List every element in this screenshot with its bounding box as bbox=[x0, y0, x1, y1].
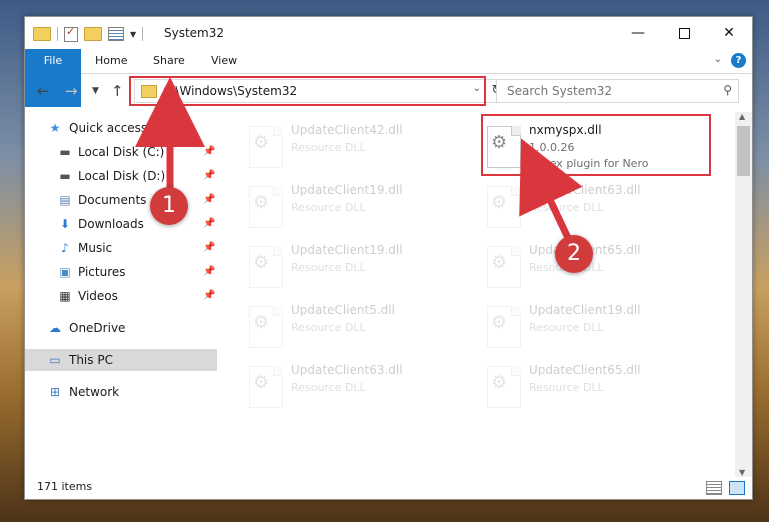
navigation-pane: ★ Quick access ▬ Local Disk (C:) 📌 ▬ Loc… bbox=[25, 115, 217, 485]
scrollbar-thumb[interactable] bbox=[737, 126, 750, 176]
pin-icon[interactable]: 📌 bbox=[203, 189, 215, 211]
ribbon-tabs: File Home Share View ⌄ ? bbox=[25, 49, 752, 107]
scroll-up-icon[interactable]: ▲ bbox=[739, 112, 745, 121]
gear-icon: ⚙ bbox=[253, 132, 270, 153]
scroll-down-icon[interactable]: ▼ bbox=[739, 468, 745, 477]
gear-icon: ⚙ bbox=[253, 312, 270, 333]
up-button[interactable]: ↑ bbox=[111, 82, 124, 100]
pin-icon[interactable]: 📌 bbox=[203, 213, 215, 235]
minimize-button[interactable]: — bbox=[615, 17, 661, 49]
vertical-scrollbar[interactable]: ▲ ▼ bbox=[735, 112, 752, 477]
folder-icon bbox=[33, 27, 51, 41]
file-item[interactable]: ⚙ UpdateClient63.dll Resource DLL bbox=[245, 360, 475, 418]
pin-icon[interactable]: 📌 bbox=[203, 285, 215, 307]
sidebar-item-local-disk-c[interactable]: ▬ Local Disk (C:) 📌 bbox=[25, 141, 217, 163]
file-item[interactable]: ⚙ UpdateClient65.dll Resource DLL bbox=[483, 240, 713, 298]
pin-icon[interactable]: 📌 bbox=[203, 237, 215, 259]
file-item[interactable]: ⚙ UpdateClient19.dll Resource DLL bbox=[245, 180, 475, 238]
gear-icon: ⚙ bbox=[253, 252, 270, 273]
file-item[interactable]: ⚙ UpdateClient63.dll Resource DLL bbox=[483, 180, 713, 238]
step-1-badge: 1 bbox=[150, 187, 188, 225]
maximize-button[interactable] bbox=[661, 17, 707, 49]
sidebar-item-network[interactable]: ⊞ Network bbox=[25, 381, 217, 403]
gear-icon: ⚙ bbox=[253, 192, 270, 213]
large-icons-view-icon[interactable] bbox=[729, 481, 745, 495]
quick-access-toolbar: ▼ bbox=[33, 25, 144, 43]
computer-icon: ▭ bbox=[49, 353, 61, 367]
sidebar-item-local-disk-d[interactable]: ▬ Local Disk (D:) 📌 bbox=[25, 165, 217, 187]
toolbar-separator bbox=[142, 27, 144, 41]
maximize-icon bbox=[678, 27, 690, 39]
recent-locations-chevron-icon[interactable]: ▼ bbox=[92, 86, 99, 96]
gear-icon: ⚙ bbox=[491, 192, 508, 213]
step-2-badge: 2 bbox=[555, 235, 593, 273]
download-icon: ⬇ bbox=[59, 217, 71, 231]
file-item[interactable]: ⚙ UpdateClient65.dll Resource DLL bbox=[483, 360, 713, 418]
network-icon: ⊞ bbox=[49, 385, 61, 399]
properties-check-icon[interactable] bbox=[64, 25, 78, 42]
customize-toolbar-chevron-icon[interactable]: ▼ bbox=[130, 30, 136, 39]
help-button[interactable]: ? bbox=[731, 53, 746, 68]
status-bar: 171 items bbox=[25, 477, 752, 499]
sidebar-item-music[interactable]: ♪ Music 📌 bbox=[25, 237, 217, 259]
expand-ribbon-chevron-icon[interactable]: ⌄ bbox=[714, 54, 722, 65]
sidebar-item-documents[interactable]: ▤ Documents 📌 bbox=[25, 189, 217, 211]
sidebar-item-videos[interactable]: ▦ Videos 📌 bbox=[25, 285, 217, 307]
documents-icon: ▤ bbox=[59, 193, 71, 207]
pin-icon[interactable]: 📌 bbox=[203, 261, 215, 283]
file-item[interactable]: ⚙ UpdateClient42.dll Resource DLL bbox=[245, 120, 475, 178]
pin-icon[interactable]: 📌 bbox=[203, 141, 215, 163]
music-icon: ♪ bbox=[61, 241, 69, 255]
file-highlight bbox=[481, 114, 711, 176]
tab-home[interactable]: Home bbox=[95, 49, 127, 73]
close-button[interactable]: ✕ bbox=[706, 17, 752, 49]
gear-icon: ⚙ bbox=[491, 312, 508, 333]
sidebar-item-this-pc[interactable]: ▭ This PC bbox=[25, 349, 217, 371]
forward-button[interactable]: → bbox=[65, 82, 78, 100]
file-item[interactable]: ⚙ UpdateClient19.dll Resource DLL bbox=[483, 300, 713, 358]
gear-icon: ⚙ bbox=[491, 372, 508, 393]
title-bar: ▼ System32 — ✕ bbox=[25, 17, 752, 49]
item-count: 171 items bbox=[37, 480, 93, 493]
drive-icon: ▬ bbox=[59, 169, 71, 183]
drive-icon: ▬ bbox=[59, 145, 71, 159]
sidebar-item-downloads[interactable]: ⬇ Downloads 📌 bbox=[25, 213, 217, 235]
tab-view[interactable]: View bbox=[211, 49, 237, 73]
cloud-icon: ☁ bbox=[49, 321, 61, 335]
file-item[interactable]: ⚙ UpdateClient5.dll Resource DLL bbox=[245, 300, 475, 358]
search-icon[interactable]: ⚲ bbox=[723, 83, 732, 97]
properties-icon[interactable] bbox=[108, 27, 124, 41]
search-box[interactable]: ⚲ bbox=[496, 79, 739, 103]
search-input[interactable] bbox=[505, 83, 709, 99]
tab-share[interactable]: Share bbox=[153, 49, 185, 73]
gear-icon: ⚙ bbox=[491, 252, 508, 273]
star-icon: ★ bbox=[49, 121, 61, 135]
toolbar-separator bbox=[57, 27, 58, 41]
gear-icon: ⚙ bbox=[253, 372, 270, 393]
details-view-icon[interactable] bbox=[706, 481, 722, 495]
pictures-icon: ▣ bbox=[59, 265, 71, 279]
address-bar-highlight bbox=[129, 76, 486, 106]
window-title: System32 bbox=[164, 26, 225, 40]
videos-icon: ▦ bbox=[59, 289, 71, 303]
new-folder-icon[interactable] bbox=[84, 27, 102, 41]
file-item[interactable]: ⚙ UpdateClient19.dll Resource DLL bbox=[245, 240, 475, 298]
pin-icon[interactable]: 📌 bbox=[203, 165, 215, 187]
back-button[interactable]: ← bbox=[37, 82, 50, 100]
sidebar-item-quick-access[interactable]: ★ Quick access bbox=[25, 117, 217, 139]
sidebar-item-onedrive[interactable]: ☁ OneDrive bbox=[25, 317, 217, 339]
sidebar-item-pictures[interactable]: ▣ Pictures 📌 bbox=[25, 261, 217, 283]
